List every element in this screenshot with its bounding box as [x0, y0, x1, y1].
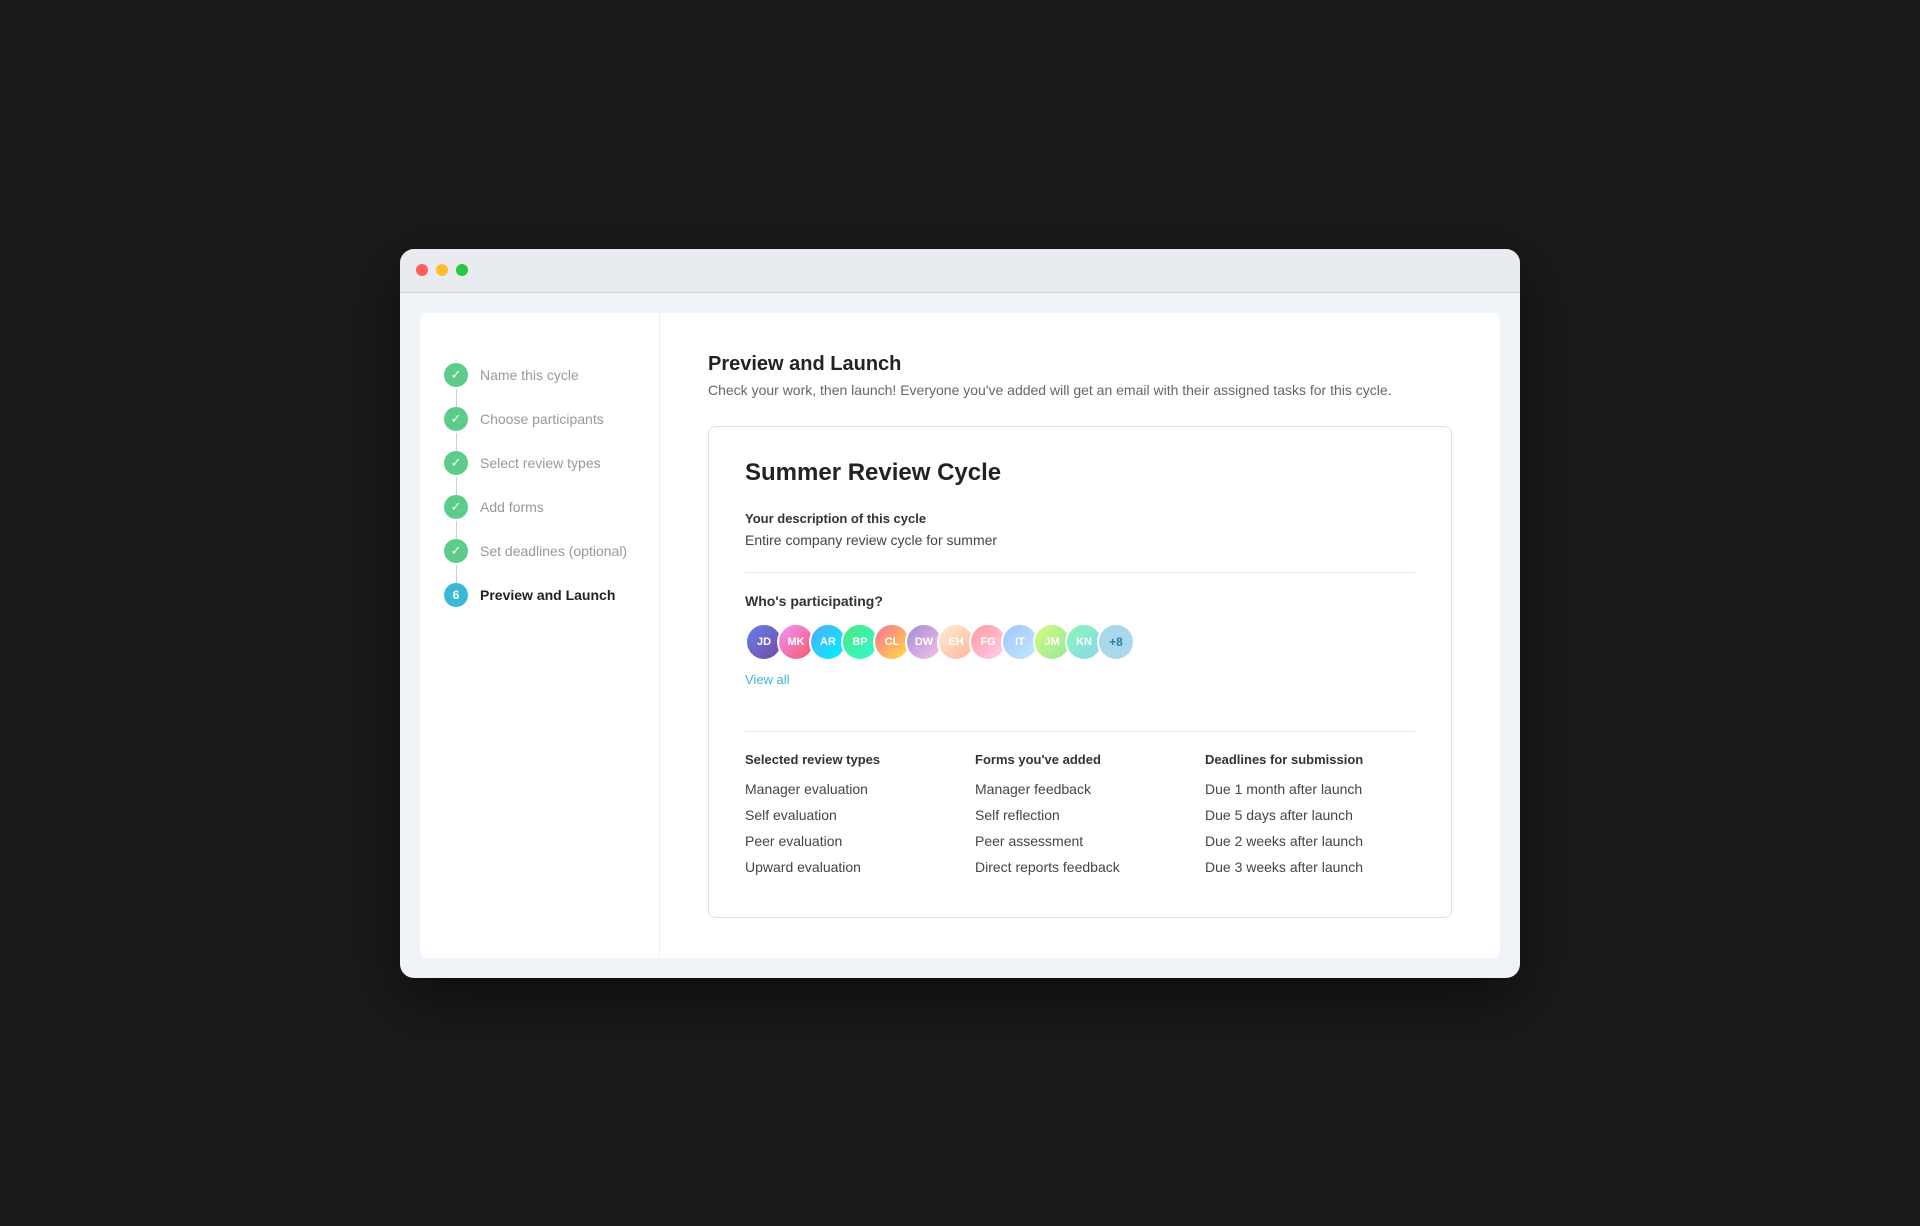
form-item-2: Self reflection — [975, 807, 1185, 823]
cycle-name: Summer Review Cycle — [745, 459, 1415, 487]
participants-label: Who's participating? — [745, 593, 1415, 609]
review-types-col: Selected review types Manager evaluation… — [745, 752, 955, 885]
step-label-1: Name this cycle — [480, 367, 579, 383]
traffic-lights — [416, 264, 468, 276]
minimize-button[interactable] — [436, 264, 448, 276]
deadline-item-3: Due 2 weeks after launch — [1205, 833, 1415, 849]
deadlines-header: Deadlines for submission — [1205, 752, 1415, 767]
step-item-1[interactable]: ✓ Name this cycle — [444, 353, 635, 397]
description-label: Your description of this cycle — [745, 511, 1415, 526]
deadline-item-2: Due 5 days after launch — [1205, 807, 1415, 823]
step-item-6: 6 Preview and Launch — [444, 573, 635, 617]
review-type-item-1: Manager evaluation — [745, 781, 955, 797]
review-types-header: Selected review types — [745, 752, 955, 767]
step-icon-6: 6 — [444, 583, 468, 607]
content-area: ✓ Name this cycle ✓ Choose participants ✓ Sel… — [420, 313, 1500, 958]
page-subtitle: Check your work, then launch! Everyone y… — [708, 382, 1452, 398]
form-item-3: Peer assessment — [975, 833, 1185, 849]
deadlines-col: Deadlines for submission Due 1 month aft… — [1205, 752, 1415, 885]
step-icon-5: ✓ — [444, 539, 468, 563]
step-item-4[interactable]: ✓ Add forms — [444, 485, 635, 529]
step-label-6: Preview and Launch — [480, 587, 615, 603]
divider-1 — [745, 572, 1415, 573]
avatar-more[interactable]: +8 — [1097, 623, 1135, 661]
step-item-2[interactable]: ✓ Choose participants — [444, 397, 635, 441]
maximize-button[interactable] — [456, 264, 468, 276]
description-value: Entire company review cycle for summer — [745, 532, 1415, 548]
review-type-item-2: Self evaluation — [745, 807, 955, 823]
review-grid: Selected review types Manager evaluation… — [745, 752, 1415, 885]
review-type-item-3: Peer evaluation — [745, 833, 955, 849]
divider-2 — [745, 731, 1415, 732]
page-title: Preview and Launch — [708, 353, 1452, 376]
form-item-1: Manager feedback — [975, 781, 1185, 797]
step-item-5[interactable]: ✓ Set deadlines (optional) — [444, 529, 635, 573]
preview-card: Summer Review Cycle Your description of … — [708, 426, 1452, 918]
sidebar: ✓ Name this cycle ✓ Choose participants ✓ Sel… — [420, 313, 660, 958]
main-content: Preview and Launch Check your work, then… — [660, 313, 1500, 958]
step-icon-2: ✓ — [444, 407, 468, 431]
step-label-5: Set deadlines (optional) — [480, 543, 627, 559]
step-label-4: Add forms — [480, 499, 544, 515]
step-item-3[interactable]: ✓ Select review types — [444, 441, 635, 485]
avatars-row: JDMKARBPCLDWEHFGITJMKN+8 — [745, 623, 1415, 661]
step-icon-4: ✓ — [444, 495, 468, 519]
step-label-3: Select review types — [480, 455, 601, 471]
forms-header: Forms you've added — [975, 752, 1185, 767]
close-button[interactable] — [416, 264, 428, 276]
form-item-4: Direct reports feedback — [975, 859, 1185, 875]
deadline-item-4: Due 3 weeks after launch — [1205, 859, 1415, 875]
review-type-item-4: Upward evaluation — [745, 859, 955, 875]
app-window: ✓ Name this cycle ✓ Choose participants ✓ Sel… — [400, 249, 1520, 978]
deadline-item-1: Due 1 month after launch — [1205, 781, 1415, 797]
step-icon-3: ✓ — [444, 451, 468, 475]
titlebar — [400, 249, 1520, 293]
view-all-link[interactable]: View all — [745, 672, 790, 687]
forms-col: Forms you've added Manager feedback Self … — [975, 752, 1185, 885]
step-label-2: Choose participants — [480, 411, 604, 427]
step-icon-1: ✓ — [444, 363, 468, 387]
